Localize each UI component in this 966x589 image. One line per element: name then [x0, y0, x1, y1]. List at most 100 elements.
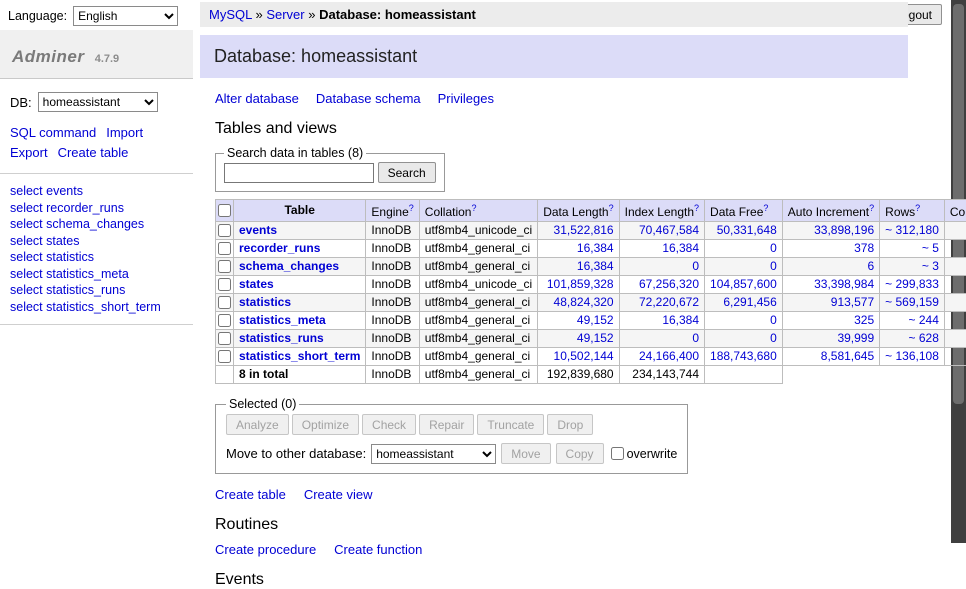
auto-increment-link[interactable]: 913,577 [831, 295, 874, 309]
sidebar-link-create-table[interactable]: Create table [58, 145, 129, 160]
db-action-privileges[interactable]: Privileges [438, 91, 494, 106]
sidebar-table-link-select-recorder-runs[interactable]: select recorder_runs [10, 200, 183, 217]
sidebar-table-link-select-statistics-runs[interactable]: select statistics_runs [10, 282, 183, 299]
table-name-link-states[interactable]: states [239, 277, 274, 291]
rows-count-link[interactable]: ~ 136,108 [885, 349, 939, 363]
data-length-link[interactable]: 16,384 [577, 259, 614, 273]
table-name-link-statistics-runs[interactable]: statistics_runs [239, 331, 324, 345]
sidebar-table-link-select-events[interactable]: select events [10, 183, 183, 200]
row-checkbox[interactable] [218, 278, 231, 291]
index-length-link[interactable]: 67,256,320 [639, 277, 699, 291]
auto-increment-link[interactable]: 33,898,196 [814, 223, 874, 237]
sidebar-table-link-select-schema-changes[interactable]: select schema_changes [10, 216, 183, 233]
row-checkbox[interactable] [218, 314, 231, 327]
table-name-link-statistics-meta[interactable]: statistics_meta [239, 313, 326, 327]
help-link-rows[interactable]: ? [915, 203, 920, 213]
sidebar-table-link-select-statistics[interactable]: select statistics [10, 249, 183, 266]
index-length-link[interactable]: 16,384 [662, 241, 699, 255]
rows-count-link[interactable]: ~ 5 [922, 241, 939, 255]
rows-count-link[interactable]: ~ 312,180 [885, 223, 939, 237]
overwrite-checkbox[interactable] [611, 447, 624, 460]
auto-increment-link[interactable]: 378 [854, 241, 874, 255]
data-length-link[interactable]: 49,152 [577, 313, 614, 327]
table-name-link-schema-changes[interactable]: schema_changes [239, 259, 339, 273]
sidebar-link-sql-command[interactable]: SQL command [10, 125, 96, 140]
table-name-link-statistics[interactable]: statistics [239, 295, 291, 309]
data-free-link[interactable]: 50,331,648 [717, 223, 777, 237]
truncate-button[interactable]: Truncate [477, 414, 544, 435]
help-link-data-free[interactable]: ? [763, 203, 768, 213]
data-length-link[interactable]: 10,502,144 [554, 349, 614, 363]
data-free-link[interactable]: 6,291,456 [723, 295, 776, 309]
index-length-link[interactable]: 72,220,672 [639, 295, 699, 309]
search-button[interactable]: Search [378, 162, 436, 183]
move-db-select[interactable]: homeassistant [371, 444, 496, 464]
rows-count-link[interactable]: ~ 299,833 [885, 277, 939, 291]
analyze-button[interactable]: Analyze [226, 414, 289, 435]
move-button[interactable]: Move [501, 443, 550, 464]
sidebar-link-import[interactable]: Import [106, 125, 143, 140]
row-checkbox[interactable] [218, 296, 231, 309]
sidebar-table-link-select-statistics-meta[interactable]: select statistics_meta [10, 266, 183, 283]
row-checkbox[interactable] [218, 260, 231, 273]
help-link-collation[interactable]: ? [471, 203, 476, 213]
help-link-auto-increment[interactable]: ? [869, 203, 874, 213]
data-length-link[interactable]: 101,859,328 [547, 277, 614, 291]
data-free-link[interactable]: 0 [770, 331, 777, 345]
rows-count-link[interactable]: ~ 569,159 [885, 295, 939, 309]
auto-increment-link[interactable]: 325 [854, 313, 874, 327]
index-length-link[interactable]: 0 [692, 331, 699, 345]
data-free-link[interactable]: 188,743,680 [710, 349, 777, 363]
routine-link-create-procedure[interactable]: Create procedure [215, 542, 316, 557]
data-free-link[interactable]: 0 [770, 313, 777, 327]
repair-button[interactable]: Repair [419, 414, 474, 435]
data-length-link[interactable]: 16,384 [577, 241, 614, 255]
db-action-database-schema[interactable]: Database schema [316, 91, 421, 106]
data-length-link[interactable]: 31,522,816 [554, 223, 614, 237]
breadcrumb-link-server[interactable]: Server [266, 7, 304, 22]
drop-button[interactable]: Drop [547, 414, 593, 435]
breadcrumb-link-mysql[interactable]: MySQL [209, 7, 252, 22]
sidebar-table-link-select-statistics-short-term[interactable]: select statistics_short_term [10, 299, 183, 316]
help-link-engine[interactable]: ? [409, 203, 414, 213]
db-action-alter-database[interactable]: Alter database [215, 91, 299, 106]
optimize-button[interactable]: Optimize [292, 414, 359, 435]
create-link-create-table[interactable]: Create table [215, 487, 286, 502]
auto-increment-link[interactable]: 39,999 [837, 331, 874, 345]
row-checkbox[interactable] [218, 242, 231, 255]
data-length-link[interactable]: 48,824,320 [554, 295, 614, 309]
table-name-link-statistics-short-term[interactable]: statistics_short_term [239, 349, 360, 363]
language-select[interactable]: English [73, 6, 178, 26]
table-name-link-recorder-runs[interactable]: recorder_runs [239, 241, 320, 255]
row-checkbox[interactable] [218, 350, 231, 363]
index-length-link[interactable]: 70,467,584 [639, 223, 699, 237]
rows-count-link[interactable]: ~ 244 [909, 313, 939, 327]
app-logo-link[interactable]: Adminer [12, 47, 84, 66]
create-link-create-view[interactable]: Create view [304, 487, 373, 502]
auto-increment-link[interactable]: 6 [867, 259, 874, 273]
check-button[interactable]: Check [362, 414, 416, 435]
data-free-link[interactable]: 0 [770, 259, 777, 273]
index-length-link[interactable]: 16,384 [662, 313, 699, 327]
data-free-link[interactable]: 0 [770, 241, 777, 255]
index-length-link[interactable]: 24,166,400 [639, 349, 699, 363]
help-link-data-length[interactable]: ? [609, 203, 614, 213]
select-all-checkbox[interactable] [218, 204, 231, 217]
rows-count-link[interactable]: ~ 628 [909, 331, 939, 345]
rows-count-link[interactable]: ~ 3 [922, 259, 939, 273]
search-input[interactable] [224, 163, 374, 183]
help-link-index-length[interactable]: ? [694, 203, 699, 213]
row-checkbox[interactable] [218, 332, 231, 345]
db-select[interactable]: homeassistant [38, 92, 158, 112]
routine-link-create-function[interactable]: Create function [334, 542, 422, 557]
copy-button[interactable]: Copy [556, 443, 604, 464]
index-length-link[interactable]: 0 [692, 259, 699, 273]
auto-increment-link[interactable]: 33,398,984 [814, 277, 874, 291]
data-free-link[interactable]: 104,857,600 [710, 277, 777, 291]
auto-increment-link[interactable]: 8,581,645 [821, 349, 874, 363]
data-length-link[interactable]: 49,152 [577, 331, 614, 345]
sidebar-link-export[interactable]: Export [10, 145, 48, 160]
table-name-link-events[interactable]: events [239, 223, 277, 237]
sidebar-table-link-select-states[interactable]: select states [10, 233, 183, 250]
row-checkbox[interactable] [218, 224, 231, 237]
